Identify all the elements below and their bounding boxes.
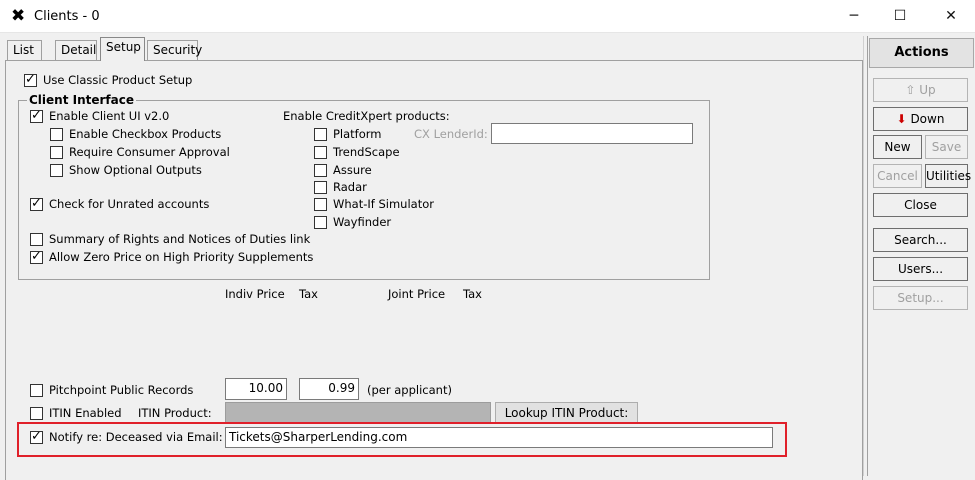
summary-of-rights-label: Summary of Rights and Notices of Duties … [49, 232, 311, 246]
cancel-button: Cancel [873, 164, 922, 188]
enable-checkbox-products-label: Enable Checkbox Products [69, 127, 222, 141]
what-if-simulator-label: What-If Simulator [333, 197, 434, 211]
actions-panel [867, 36, 975, 476]
indiv-price-header: Indiv Price [225, 287, 285, 301]
users-button[interactable]: Users... [873, 257, 968, 281]
tab-list[interactable]: List [7, 40, 42, 60]
joint-price-header: Joint Price [388, 287, 446, 301]
itin-enabled-label: ITIN Enabled [49, 406, 122, 420]
wayfinder-label: Wayfinder [333, 215, 392, 229]
up-label: Up [919, 83, 936, 97]
cx-lender-id-input[interactable] [491, 123, 693, 144]
check-unrated-accounts-checkbox[interactable] [30, 196, 43, 212]
cx-lender-id-label: CX LenderId: [414, 127, 488, 141]
pitchpoint-tax-input[interactable]: 0.99 [299, 378, 359, 400]
lookup-itin-product-button[interactable]: Lookup ITIN Product: [495, 402, 638, 424]
enable-client-ui-label: Enable Client UI v2.0 [49, 109, 170, 123]
search-button[interactable]: Search... [873, 228, 968, 252]
close-window-button[interactable]: ✕ [928, 0, 974, 33]
show-optional-outputs-checkbox[interactable] [50, 164, 63, 177]
down-arrow-icon: ⬇ [896, 112, 907, 126]
what-if-simulator-checkbox[interactable] [314, 198, 327, 211]
tab-security[interactable]: Security [147, 40, 202, 60]
use-classic-product-setup-label: Use Classic Product Setup [43, 73, 193, 87]
highlight-box [17, 422, 787, 457]
wayfinder-checkbox[interactable] [314, 216, 327, 229]
window-title: Clients - 0 [34, 9, 100, 24]
save-button: Save [925, 135, 968, 159]
tab-detail[interactable]: Detail [55, 40, 97, 60]
enable-client-ui-checkbox[interactable] [30, 108, 43, 124]
tab-setup[interactable]: Setup [100, 37, 145, 61]
trendscape-checkbox[interactable] [314, 146, 327, 159]
itin-product-label: ITIN Product: [138, 406, 212, 420]
check-unrated-accounts-label: Check for Unrated accounts [49, 197, 210, 211]
up-button: ⇧ Up [873, 78, 968, 102]
platform-checkbox[interactable] [314, 128, 327, 141]
assure-label: Assure [333, 163, 372, 177]
setup-button: Setup... [873, 286, 968, 310]
down-label: Down [910, 112, 945, 126]
assure-checkbox[interactable] [314, 164, 327, 177]
itin-product-field [225, 402, 491, 423]
itin-enabled-checkbox[interactable] [30, 407, 43, 420]
tax-header: Tax [299, 287, 318, 301]
new-button[interactable]: New [873, 135, 922, 159]
pitchpoint-indiv-price-input[interactable]: 10.00 [225, 378, 287, 400]
allow-zero-price-label: Allow Zero Price on High Priority Supple… [49, 250, 314, 264]
up-arrow-icon: ⇧ [905, 83, 916, 97]
pitchpoint-public-records-checkbox[interactable] [30, 384, 43, 397]
creditxpert-heading: Enable CreditXpert products: [283, 109, 450, 123]
trendscape-label: TrendScape [333, 145, 400, 159]
radar-checkbox[interactable] [314, 181, 327, 194]
joint-tax-header: Tax [463, 287, 482, 301]
platform-label: Platform [333, 127, 382, 141]
actions-header: Actions [869, 38, 974, 68]
close-button[interactable]: Close [873, 193, 968, 217]
use-classic-product-setup-checkbox[interactable] [24, 72, 37, 88]
title-bar: ✖ Clients - 0 ─ ☐ ✕ [0, 0, 975, 33]
enable-checkbox-products-checkbox[interactable] [50, 128, 63, 141]
utilities-button[interactable]: Utilities [925, 164, 971, 188]
client-interface-title: Client Interface [27, 93, 136, 107]
show-optional-outputs-label: Show Optional Outputs [69, 163, 202, 177]
app-icon: ✖ [11, 6, 26, 26]
summary-of-rights-checkbox[interactable] [30, 233, 43, 246]
down-button[interactable]: ⬇ Down [873, 107, 968, 131]
maximize-icon: ☐ [893, 8, 907, 24]
minimize-button[interactable]: ─ [831, 0, 877, 33]
require-consumer-approval-label: Require Consumer Approval [69, 145, 230, 159]
pitchpoint-public-records-label: Pitchpoint Public Records [49, 383, 194, 397]
allow-zero-price-checkbox[interactable] [30, 249, 43, 265]
radar-label: Radar [333, 180, 367, 194]
per-applicant-note: (per applicant) [367, 383, 452, 397]
minimize-icon: ─ [849, 8, 859, 24]
require-consumer-approval-checkbox[interactable] [50, 146, 63, 159]
close-icon: ✕ [945, 8, 957, 24]
maximize-button[interactable]: ☐ [877, 0, 923, 33]
